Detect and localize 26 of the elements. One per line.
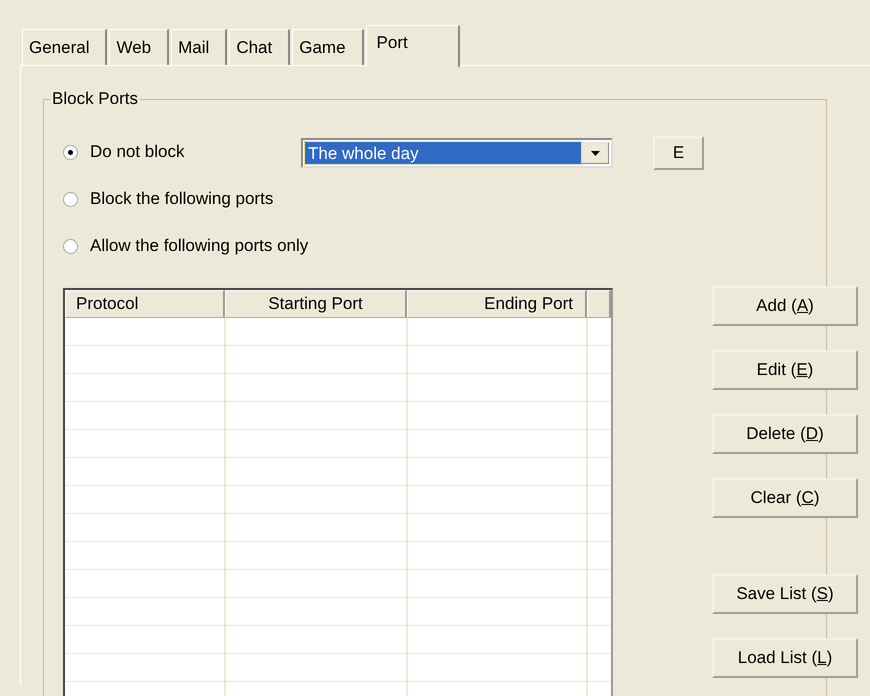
schedule-dropdown[interactable]: The whole day bbox=[301, 138, 613, 168]
radio-button[interactable] bbox=[63, 192, 78, 206]
action-button[interactable]: Clear (C) bbox=[712, 478, 858, 518]
column-header[interactable]: Protocol bbox=[65, 290, 225, 318]
action-button[interactable]: Edit (E) bbox=[712, 350, 858, 390]
action-button[interactable]: Delete (D) bbox=[712, 414, 858, 454]
port-list[interactable]: Protocol Starting Port Ending Port bbox=[63, 288, 613, 696]
tab[interactable]: Web bbox=[109, 29, 170, 65]
action-button[interactable]: Load List (L) bbox=[712, 638, 858, 678]
tab[interactable]: Chat bbox=[229, 29, 290, 65]
action-button[interactable]: Save List (S) bbox=[712, 574, 858, 614]
tab[interactable]: General bbox=[22, 29, 108, 65]
radio-option[interactable]: Block the following ports bbox=[63, 188, 274, 210]
tab[interactable]: Game bbox=[292, 29, 364, 65]
radio-button[interactable] bbox=[63, 144, 78, 160]
header-filler bbox=[587, 290, 611, 318]
tab[interactable]: Mail bbox=[171, 29, 228, 65]
column-header[interactable]: Ending Port bbox=[407, 290, 587, 318]
action-button[interactable]: Add (A) bbox=[712, 286, 858, 326]
edit-schedule-button[interactable]: E bbox=[653, 136, 704, 170]
tab[interactable]: Port bbox=[366, 25, 460, 67]
column-header[interactable]: Starting Port bbox=[225, 290, 407, 318]
radio-option[interactable]: Allow the following ports only bbox=[63, 235, 308, 257]
dropdown-arrow-icon bbox=[590, 150, 600, 156]
radio-button[interactable] bbox=[63, 238, 78, 254]
radio-option[interactable]: Do not block bbox=[63, 141, 184, 163]
